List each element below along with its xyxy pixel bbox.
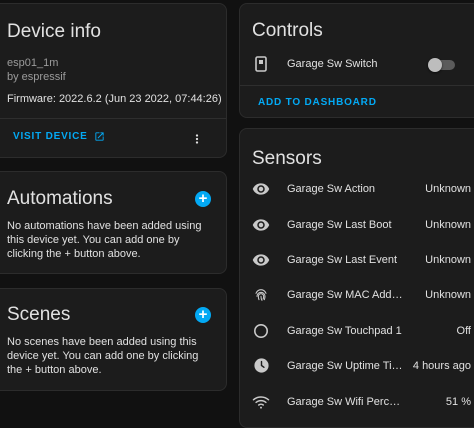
automations-empty-text: No automations have been added using thi… <box>7 220 202 260</box>
device-info-title: Device info <box>7 21 101 42</box>
automations-card: Automations + No automations have been a… <box>0 171 227 274</box>
automations-title: Automations <box>7 188 113 209</box>
eye-icon <box>252 180 270 198</box>
open-in-new-icon <box>94 131 105 142</box>
add-to-dashboard-button[interactable]: ADD TO DASHBOARD <box>258 97 377 108</box>
sensor-row[interactable]: Garage Sw Last Event Unknown <box>240 242 474 277</box>
sensors-card: Sensors Garage Sw Action Unknown Garage … <box>239 128 474 428</box>
sensor-name: Garage Sw Uptime Tim... <box>287 359 403 372</box>
sensor-name: Garage Sw MAC Address <box>287 288 403 301</box>
controls-card: Controls Garage Sw Switch ADD TO DASHBOA… <box>239 3 474 118</box>
sensor-state: Unknown <box>425 253 471 266</box>
divider <box>0 118 226 119</box>
sensor-state: Off <box>456 324 471 337</box>
switch-toggle[interactable] <box>428 58 458 72</box>
device-firmware: Firmware: 2022.6.2 (Jun 23 2022, 07:44:2… <box>7 93 222 105</box>
sensor-row[interactable]: Garage Sw Last Boot Unknown <box>240 207 474 242</box>
divider <box>240 85 474 86</box>
sensor-state: Unknown <box>425 218 471 231</box>
fingerprint-icon <box>252 286 270 304</box>
sensor-name: Garage Sw Last Event <box>287 253 398 266</box>
eye-icon <box>252 216 270 234</box>
sensor-row[interactable]: Garage Sw Wifi Percent 51 % <box>240 384 474 419</box>
sensor-name: Garage Sw Touchpad 1 <box>287 324 402 337</box>
sensor-row[interactable]: Garage Sw Uptime Tim... 4 hours ago <box>240 348 474 383</box>
plus-icon: + <box>198 306 208 323</box>
sensor-row[interactable]: Garage Sw MAC Address Unknown <box>240 277 474 312</box>
scenes-title: Scenes <box>7 304 71 325</box>
controls-title: Controls <box>252 20 323 41</box>
eye-icon <box>252 251 270 269</box>
sensors-title: Sensors <box>252 148 322 169</box>
visit-device-label: VISIT DEVICE <box>13 131 88 142</box>
sensor-name: Garage Sw Action <box>287 182 376 195</box>
device-info-card: Device info esp01_1m by espressif Firmwa… <box>0 3 227 158</box>
scenes-empty-text: No scenes have been added using this dev… <box>7 336 199 376</box>
circle-outline-icon <box>252 322 270 340</box>
control-row-switch[interactable]: Garage Sw Switch <box>240 46 474 81</box>
sensor-state: 4 hours ago <box>412 359 471 372</box>
toggle-thumb <box>428 58 442 72</box>
more-options-icon[interactable] <box>187 129 207 149</box>
add-automation-button[interactable]: + <box>195 191 211 207</box>
sensor-row[interactable]: Garage Sw Action Unknown <box>240 171 474 206</box>
scenes-card: Scenes + No scenes have been added using… <box>0 288 227 391</box>
plus-icon: + <box>198 190 208 207</box>
visit-device-link[interactable]: VISIT DEVICE <box>13 131 105 142</box>
sensor-state: Unknown <box>425 288 471 301</box>
clock-icon <box>252 357 270 375</box>
sensor-state: Unknown <box>425 182 471 195</box>
outlet-icon <box>252 55 270 73</box>
sensor-state: 51 % <box>445 395 471 408</box>
sensor-row[interactable]: Garage Sw Touchpad 1 Off <box>240 313 474 348</box>
device-manufacturer: by espressif <box>7 71 66 83</box>
sensor-name: Garage Sw Last Boot <box>287 218 392 231</box>
sensor-name: Garage Sw Wifi Percent <box>287 395 403 408</box>
control-name: Garage Sw Switch <box>287 57 378 70</box>
add-scene-button[interactable]: + <box>195 307 211 323</box>
wifi-icon <box>252 393 270 411</box>
device-model: esp01_1m <box>7 57 59 69</box>
